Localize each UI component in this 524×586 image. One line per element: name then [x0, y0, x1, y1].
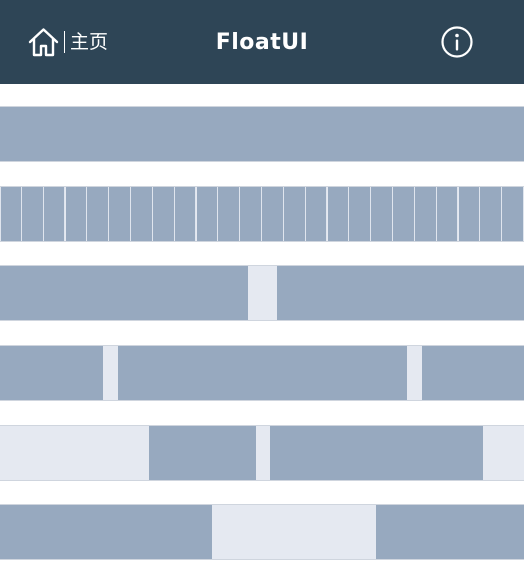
grid-block — [0, 505, 212, 559]
grid-column-cell — [240, 187, 262, 241]
grid-column-cell — [131, 187, 153, 241]
grid-column-cell — [21, 187, 44, 241]
grid-column-cell — [480, 187, 503, 241]
grid-column-cell — [87, 187, 110, 241]
grid-column-cell — [393, 187, 415, 241]
grid-block — [149, 426, 256, 480]
grid-block — [118, 346, 407, 400]
grid-column-cell — [109, 187, 131, 241]
grid-column-cell — [43, 187, 66, 241]
grid-column-cell — [65, 187, 88, 241]
app-header: 主页 FloatUI — [0, 0, 524, 84]
grid-column-cell — [174, 187, 197, 241]
grid-row-2 — [0, 186, 524, 242]
grid-row-4 — [0, 345, 524, 401]
grid-block — [376, 505, 524, 559]
grid-column-cell — [458, 187, 481, 241]
grid-column-cell — [436, 187, 459, 241]
grid-row-6 — [0, 504, 524, 560]
info-button[interactable] — [440, 25, 474, 59]
grid-column-cell — [218, 187, 241, 241]
grid-column-cell — [196, 187, 219, 241]
grid-block — [0, 107, 524, 161]
grid-column-cell — [262, 187, 284, 241]
grid-column-cell — [414, 187, 437, 241]
grid-column-cell — [327, 187, 350, 241]
grid-row-5 — [0, 425, 524, 481]
grid-row-1 — [0, 106, 524, 162]
grid-column-cell — [152, 187, 175, 241]
grid-block — [0, 346, 103, 400]
grid-column-cell — [371, 187, 393, 241]
grid-block — [422, 346, 524, 400]
grid-block — [277, 266, 524, 320]
info-icon — [441, 26, 473, 58]
grid-column-cell — [0, 187, 22, 241]
grid-row-3 — [0, 265, 524, 321]
grid-column-cell — [283, 187, 306, 241]
grid-block — [270, 426, 483, 480]
grid-block — [0, 266, 248, 320]
grid-column-cell — [349, 187, 372, 241]
grid-column-cell — [502, 187, 524, 241]
grid-column-cell — [305, 187, 328, 241]
